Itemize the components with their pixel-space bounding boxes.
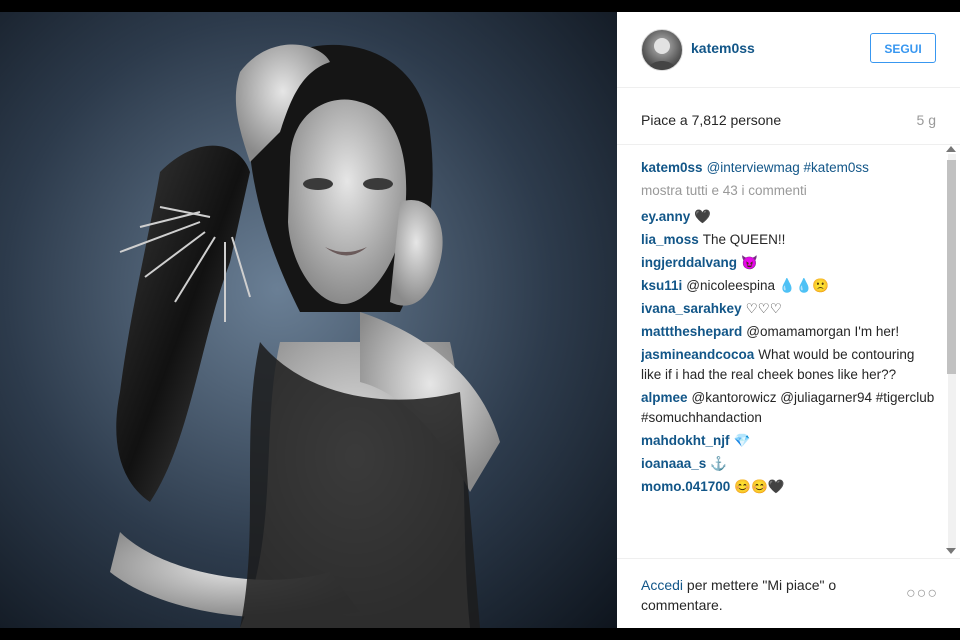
comments-list: katem0ss @interviewmag #katem0ss mostra t… [641,158,937,558]
post-footer: Accedi per mettere "Mi piace" o commenta… [617,558,960,629]
comment-item: ksu11i @nicoleespina 💧💧🙁 [641,276,937,296]
comment-text: ⚓ [710,456,728,471]
likes-row: Piace a 7,812 persone 5 g [617,88,960,145]
post-username[interactable]: katem0ss [691,40,755,56]
comment-item: ingjerddalvang 😈 [641,253,937,273]
likes-count[interactable]: Piace a 7,812 persone [641,112,781,128]
ellipsis-icon[interactable]: ○○○ [906,585,938,603]
avatar-image [648,38,676,70]
comment-item: jasmineandcocoa What would be contouring … [641,345,937,385]
comment-item: ivana_sarahkey ♡♡♡ [641,299,937,319]
comment-item: matttheshepard @omamamorgan I'm her! [641,322,937,342]
scroll-up-icon[interactable] [946,146,956,152]
comment-username[interactable]: ioanaaa_s [641,456,706,471]
bottom-letterbox [0,628,960,640]
scroll-thumb[interactable] [947,160,956,374]
comment-text: ♡♡♡ [745,301,782,316]
top-letterbox [0,0,960,12]
comments-scrollbar[interactable] [943,144,960,558]
caption: katem0ss @interviewmag #katem0ss [641,158,937,178]
comment-username[interactable]: lia_moss [641,232,699,247]
comment-text: The QUEEN!! [702,232,786,247]
comment-text: 😊😊🖤 [734,479,785,494]
show-all-comments-link[interactable]: mostra tutti e 43 i commenti [641,181,937,201]
comment-username[interactable]: mahdokht_njf [641,433,730,448]
caption-username[interactable]: katem0ss [641,160,703,175]
comment-username[interactable]: ingjerddalvang [641,255,737,270]
portrait-image [0,12,617,628]
comment-username[interactable]: ksu11i [641,278,682,293]
comment-item: mahdokht_njf 💎 [641,431,937,451]
comment-username[interactable]: ivana_sarahkey [641,301,742,316]
comment-item: ey.anny 🖤 [641,207,937,227]
user-avatar[interactable] [641,29,683,71]
comment-username[interactable]: matttheshepard [641,324,742,339]
comment-username[interactable]: alpmee [641,390,688,405]
comment-item: alpmee @kantorowicz @juliagarner94 #tiger… [641,388,937,428]
follow-button[interactable]: SEGUI [870,33,936,63]
post-photo[interactable] [0,12,617,628]
comment-text: @omamamorgan I'm her! [746,324,900,339]
post-side-panel: katem0ss SEGUI Piace a 7,812 persone 5 g… [617,12,960,628]
comment-text: 🖤 [694,209,712,224]
login-link[interactable]: Accedi [641,577,683,593]
comment-text: @nicoleespina 💧💧🙁 [686,278,830,293]
comment-item: ioanaaa_s ⚓ [641,454,937,474]
comment-username[interactable]: jasmineandcocoa [641,347,754,362]
comment-text: 💎 [733,433,751,448]
scroll-down-icon[interactable] [946,548,956,554]
post-age: 5 g [916,112,936,128]
comment-username[interactable]: momo.041700 [641,479,730,494]
post-header: katem0ss SEGUI [617,12,960,88]
comment-text: 😈 [741,255,758,270]
caption-text[interactable]: @interviewmag #katem0ss [707,160,869,175]
comment-username[interactable]: ey.anny [641,209,690,224]
login-prompt: Accedi per mettere "Mi piace" o commenta… [641,575,901,615]
comment-item: lia_moss The QUEEN!! [641,230,937,250]
comment-item: momo.041700 😊😊🖤 [641,477,937,497]
